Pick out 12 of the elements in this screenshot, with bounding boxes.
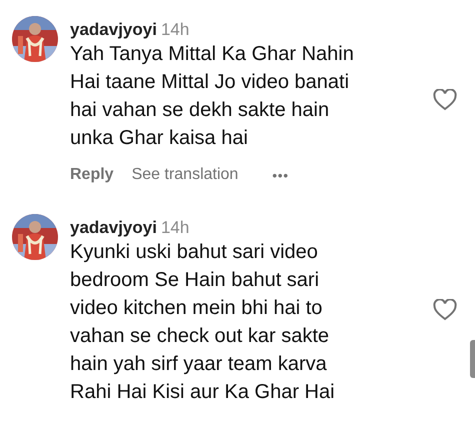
username[interactable]: yadavjyoyi <box>70 20 157 40</box>
username[interactable]: yadavjyoyi <box>70 218 157 238</box>
more-button[interactable]: ••• <box>272 168 289 182</box>
heart-icon[interactable] <box>433 89 457 111</box>
comment-text: Yah Tanya Mittal Ka Ghar Nahin Hai taane Mittal Jo video banati hai vahan se dekh sakte hain unka Ghar kaisa hai <box>70 42 355 151</box>
heart-icon[interactable] <box>433 299 457 321</box>
scrollbar[interactable] <box>470 340 475 378</box>
translation-link[interactable]: See translation <box>132 166 238 184</box>
timestamp: 14h <box>160 20 190 40</box>
reply-link[interactable]: Reply <box>70 166 114 184</box>
timestamp: 14h <box>160 218 190 238</box>
comment-text: Kyunki uski bahut sari video bedroom Se Hain bahut sari video kitchen mein bhi hai to vahan se check out kar sakte hain yah sirf yaar team karva Rahi Hai Kisi aur Ka Ghar Hai <box>70 240 336 405</box>
